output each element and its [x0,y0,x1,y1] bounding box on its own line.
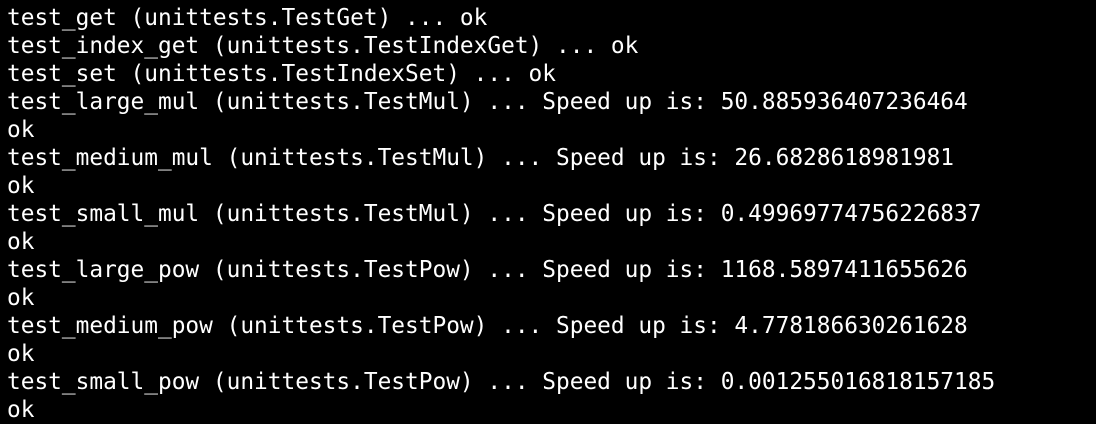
output-line-ok: ok [7,117,35,143]
output-line-test-medium-pow: test_medium_pow (unittests.TestPow) ... … [7,313,968,339]
output-line-ok: ok [7,173,35,199]
output-line-test-large-mul: test_large_mul (unittests.TestMul) ... S… [7,89,968,115]
output-line-test-index-get: test_index_get (unittests.TestIndexGet) … [7,33,639,59]
output-line-test-small-pow: test_small_pow (unittests.TestPow) ... S… [7,369,996,395]
output-line-test-get: test_get (unittests.TestGet) ... ok [7,5,488,31]
output-line-test-small-mul: test_small_mul (unittests.TestMul) ... S… [7,201,982,227]
output-line-ok: ok [7,341,35,367]
output-line-test-large-pow: test_large_pow (unittests.TestPow) ... S… [7,257,968,283]
output-line-ok: ok [7,229,35,255]
output-line-test-set: test_set (unittests.TestIndexSet) ... ok [7,61,556,87]
output-line-ok: ok [7,285,35,311]
output-line-test-medium-mul: test_medium_mul (unittests.TestMul) ... … [7,145,955,171]
terminal-output[interactable]: test_get (unittests.TestGet) ... ok test… [0,0,1096,423]
output-line-ok: ok [7,397,35,423]
